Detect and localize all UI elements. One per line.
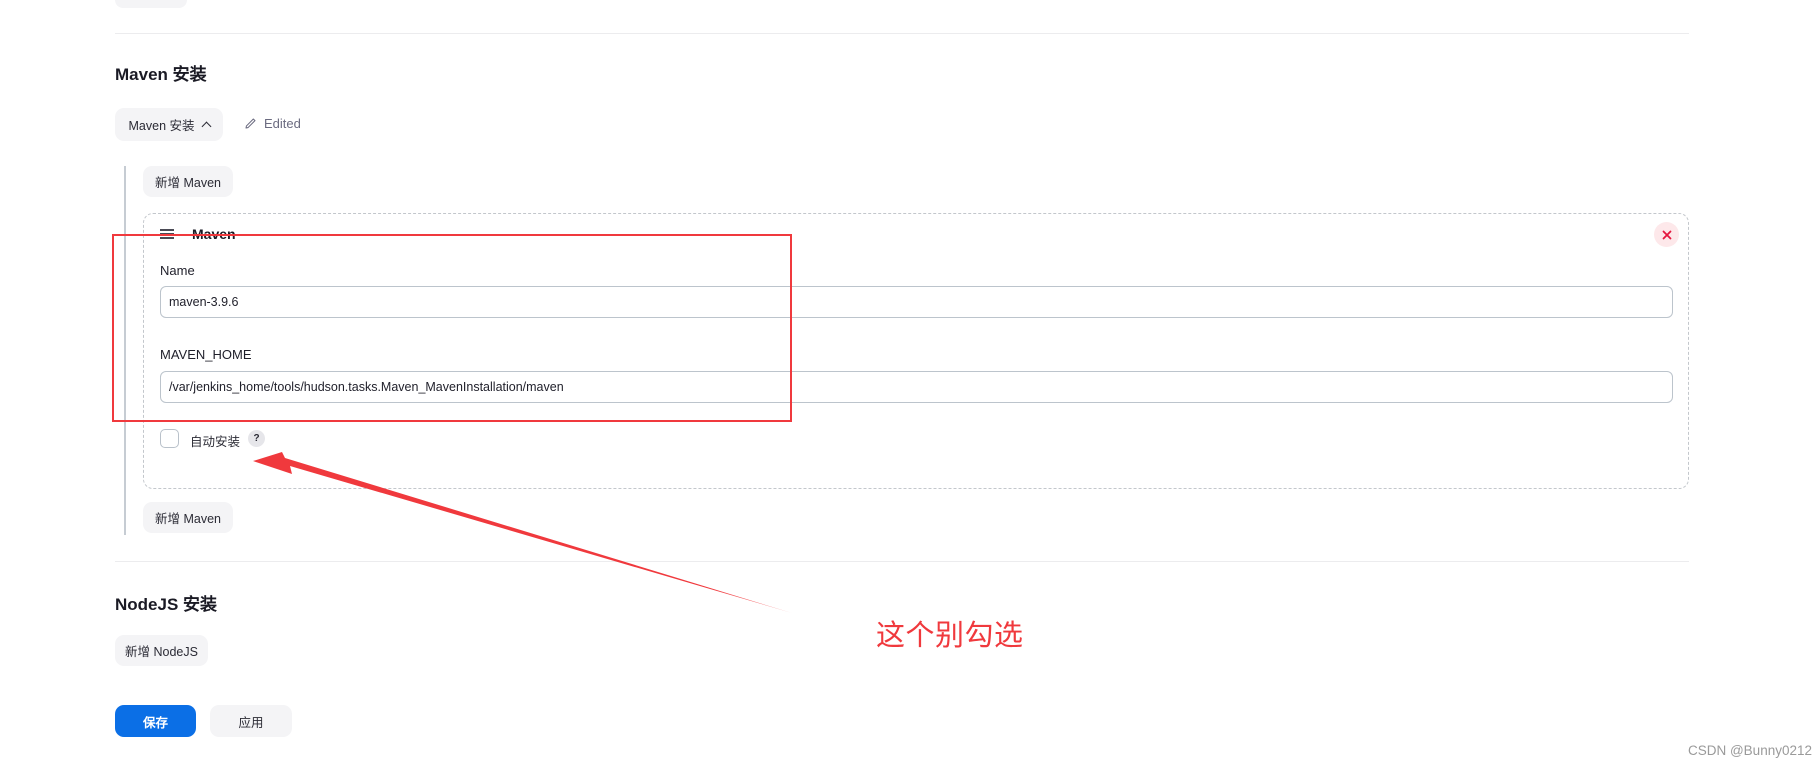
nodejs-section-title: NodeJS 安装: [115, 595, 218, 614]
add-maven-button-bottom[interactable]: 新增 Maven: [143, 502, 233, 533]
section-divider: [115, 561, 1689, 562]
help-icon[interactable]: ?: [248, 430, 265, 447]
name-input[interactable]: [160, 286, 1673, 318]
edited-indicator: Edited: [244, 116, 301, 131]
pencil-icon: [245, 118, 256, 129]
maven-home-label: MAVEN_HOME: [160, 347, 252, 362]
maven-home-input[interactable]: [160, 371, 1673, 403]
section-divider: [115, 33, 1689, 34]
delete-installation-button[interactable]: [1654, 222, 1679, 247]
maven-installations-toggle-label: Maven 安装: [128, 119, 195, 133]
maven-section-title: Maven 安装: [115, 65, 207, 84]
edited-label: Edited: [264, 116, 301, 131]
maven-installations-toggle-button[interactable]: Maven 安装: [115, 108, 223, 141]
name-label: Name: [160, 263, 195, 278]
previous-section-button[interactable]: [115, 0, 187, 8]
drag-handle-icon[interactable]: [160, 229, 174, 242]
maven-installation-title: Maven: [192, 226, 236, 242]
add-maven-button-top[interactable]: 新增 Maven: [143, 166, 233, 197]
apply-button[interactable]: 应用: [210, 705, 292, 737]
auto-install-checkbox[interactable]: [160, 429, 179, 448]
repeatable-rail: [124, 166, 126, 535]
auto-install-label: 自动安装: [190, 435, 241, 449]
watermark: CSDN @Bunny0212: [1687, 743, 1812, 758]
add-nodejs-button[interactable]: 新增 NodeJS: [115, 635, 208, 666]
annotation-text: 这个别勾选: [876, 620, 1024, 652]
save-button[interactable]: 保存: [115, 705, 196, 737]
maven-installation-card: [143, 213, 1689, 489]
close-icon: [1662, 230, 1671, 239]
chevron-up-icon: [201, 121, 211, 132]
